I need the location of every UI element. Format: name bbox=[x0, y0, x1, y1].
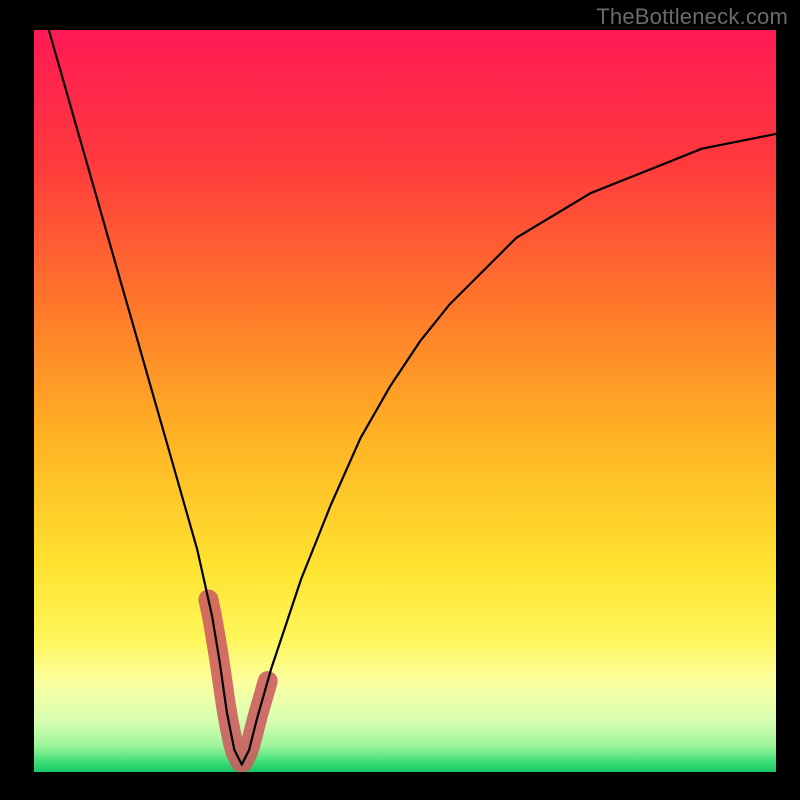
plot-area bbox=[34, 30, 776, 772]
plot-svg bbox=[34, 30, 776, 772]
watermark-text: TheBottleneck.com bbox=[596, 4, 788, 30]
gradient-background bbox=[34, 30, 776, 772]
chart-frame: TheBottleneck.com bbox=[0, 0, 800, 800]
